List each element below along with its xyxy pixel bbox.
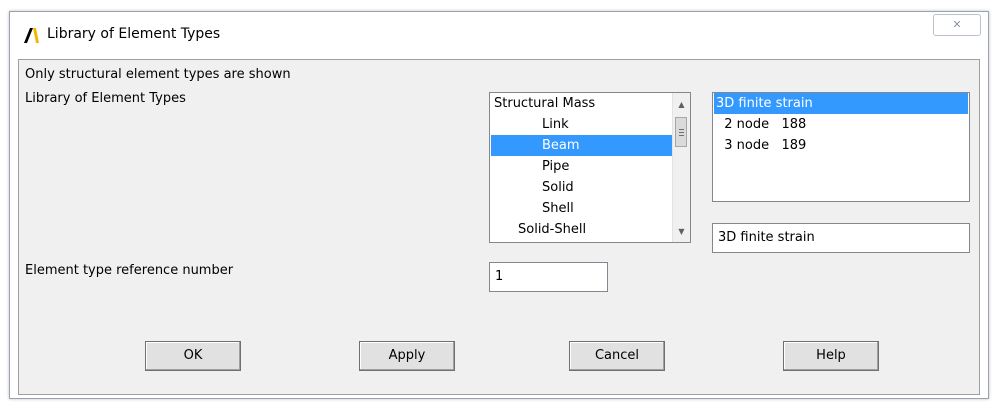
ref-number-input[interactable]: 1 — [489, 262, 608, 292]
element-type-item[interactable]: 3D finite strain — [714, 93, 968, 114]
cancel-button[interactable]: Cancel — [569, 341, 665, 371]
category-list[interactable]: Structural Mass Link Beam Pipe Solid Shell Sol… — [489, 92, 691, 243]
ansys-logo-icon — [24, 28, 39, 43]
category-item[interactable]: Pipe — [491, 156, 672, 177]
category-item[interactable]: Beam — [491, 135, 672, 156]
info-text: Only structural element types are shown — [25, 67, 291, 82]
library-label: Library of Element Types — [25, 91, 186, 106]
dialog-client: Only structural element types are shown … — [18, 59, 980, 395]
ok-button[interactable]: OK — [145, 341, 241, 371]
category-item[interactable]: Solid — [491, 177, 672, 198]
title-bar: Library of Element Types ✕ — [10, 12, 988, 56]
category-item[interactable]: Shell — [491, 198, 672, 219]
scroll-down-icon[interactable]: ▼ — [673, 223, 690, 240]
element-type-item[interactable]: 2 node 188 — [714, 114, 968, 135]
close-button[interactable]: ✕ — [933, 14, 981, 36]
dialog-window: Library of Element Types ✕ Only structur… — [9, 11, 989, 399]
ref-number-label: Element type reference number — [25, 263, 234, 278]
selected-type-field[interactable]: 3D finite strain — [712, 223, 970, 253]
apply-button[interactable]: Apply — [359, 341, 455, 371]
close-icon: ✕ — [952, 18, 962, 31]
category-item[interactable]: Link — [491, 114, 672, 135]
element-type-item[interactable]: 3 node 189 — [714, 135, 968, 156]
category-scrollbar[interactable]: ▲ ▼ — [672, 93, 690, 242]
element-type-list[interactable]: 3D finite strain 2 node 188 3 node 189 — [712, 92, 970, 202]
category-item[interactable]: Structural Mass — [491, 93, 672, 114]
category-item[interactable]: Solid-Shell — [491, 219, 672, 240]
scroll-up-icon[interactable]: ▲ — [673, 96, 690, 113]
scroll-thumb[interactable] — [675, 117, 687, 147]
help-button[interactable]: Help — [783, 341, 879, 371]
window-title: Library of Element Types — [47, 26, 221, 42]
